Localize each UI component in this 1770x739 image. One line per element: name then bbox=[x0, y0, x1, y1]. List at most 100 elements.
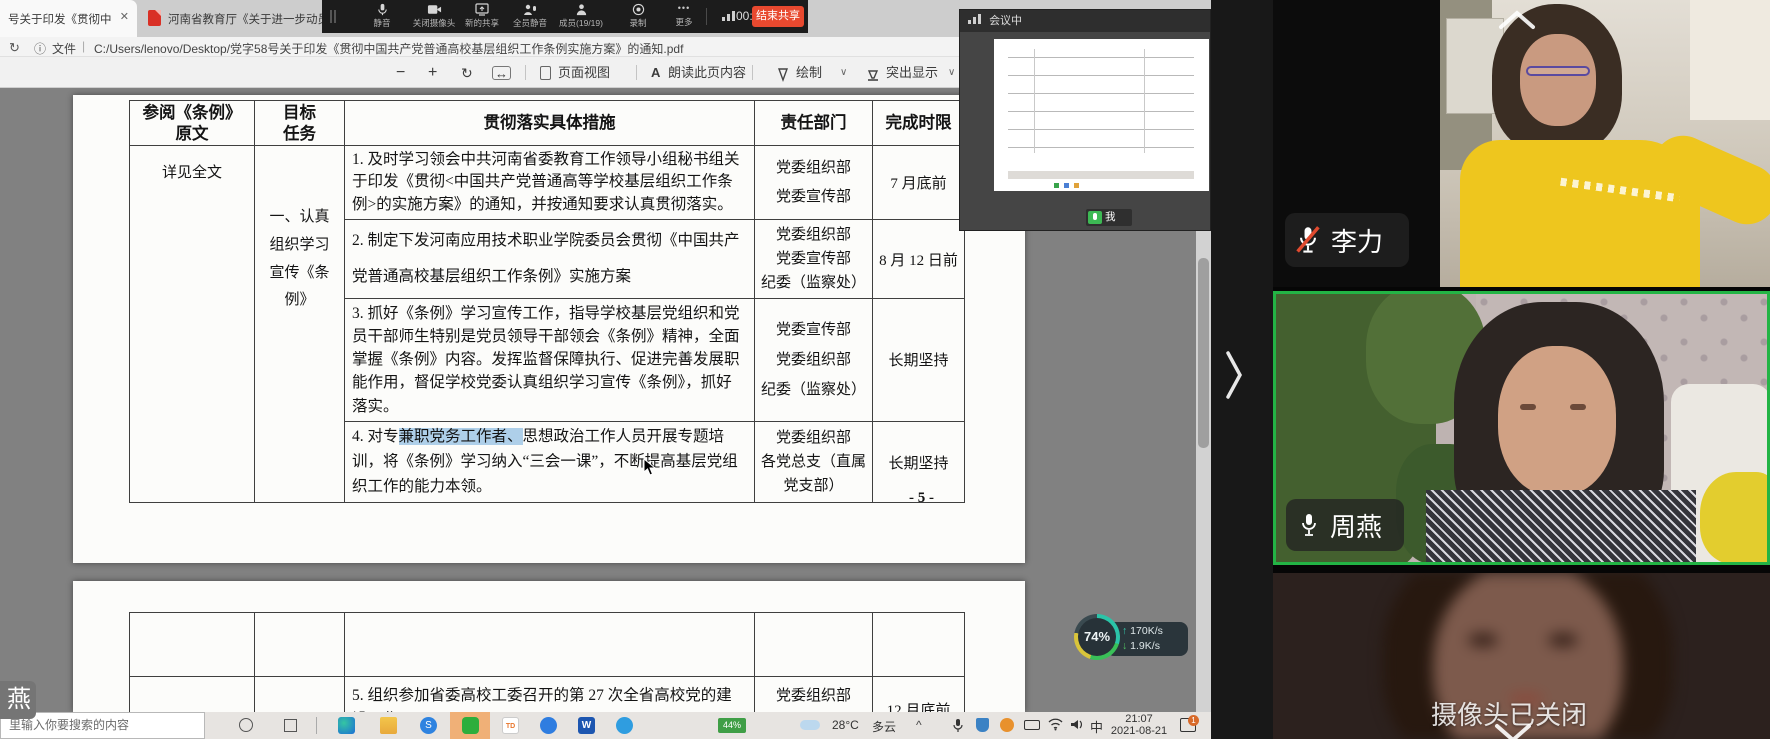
preview-title: 会议中 bbox=[989, 15, 1022, 27]
task-view-icon[interactable] bbox=[284, 719, 297, 732]
record-button[interactable]: 录制 bbox=[612, 2, 664, 29]
cell-measure-1: 1. 及时学习领会中共河南省委教育工作领导小组秘书组关于印发《贯彻<中国共产党普… bbox=[345, 146, 755, 220]
cell-task1: 一、认真组织学习宣传《条例》 bbox=[255, 146, 345, 503]
new-share-button[interactable]: 新的共享 bbox=[456, 2, 508, 29]
page-view-icon bbox=[540, 66, 551, 80]
selected-text: 兼职党务工作者、 bbox=[399, 428, 523, 445]
browser-360-icon[interactable]: S bbox=[420, 717, 437, 734]
members-button[interactable]: 成员(19/19) bbox=[552, 2, 610, 29]
tencent-meeting-icon[interactable] bbox=[616, 717, 633, 734]
tray-expand-caret[interactable]: ^ bbox=[916, 718, 922, 732]
participant-name-label: 周燕 bbox=[1286, 499, 1404, 551]
video-tile-lili[interactable]: 李力 bbox=[1273, 0, 1770, 287]
tray-volume-icon[interactable] bbox=[1070, 718, 1084, 731]
preview-titlebar[interactable]: 会议中 bbox=[960, 10, 1210, 32]
cell-measure-4: 4. 对专兼职党务工作者、思想政治工作人员开展专题培训，将《条例》学习纳入“三会… bbox=[345, 421, 755, 502]
scroll-down-chevron[interactable] bbox=[1491, 721, 1535, 739]
weather-temp[interactable]: 28°C bbox=[832, 718, 859, 732]
highlight-button[interactable]: 突出显示 bbox=[886, 64, 938, 82]
pointer-app-icon[interactable] bbox=[540, 717, 557, 734]
cell-dept-4: 党委组织部各党总支（直属党支部） bbox=[755, 421, 873, 502]
yellow-object bbox=[1700, 472, 1767, 562]
draw-dropdown-icon[interactable]: ∨ bbox=[840, 64, 847, 82]
page-view-button[interactable]: 页面视图 bbox=[558, 64, 610, 82]
toolbar-divider bbox=[752, 65, 753, 80]
scrollbar-thumb[interactable] bbox=[1198, 258, 1209, 448]
glasses bbox=[1526, 66, 1590, 76]
expand-panel-arrow[interactable] bbox=[1223, 345, 1245, 405]
tray-mic-icon[interactable] bbox=[952, 718, 964, 733]
mic-on-icon bbox=[1088, 211, 1102, 224]
cell-dept-3: 党委宣传部党委组织部纪委（监察处） bbox=[755, 298, 873, 421]
cortana-icon[interactable] bbox=[239, 718, 253, 732]
cell-measure-2: 2. 制定下发河南应用技术职业学院委员会贯彻《中国共产党普通高校基层组织工作条例… bbox=[345, 220, 755, 298]
signal-icon bbox=[968, 14, 982, 24]
tray-wifi-icon[interactable] bbox=[1048, 718, 1063, 731]
camera-off-button[interactable]: 关闭摄像头 bbox=[408, 2, 460, 29]
tab-inactive-pdf[interactable]: 河南省教育厅《关于进一步动员 bbox=[138, 0, 339, 37]
cell-measure-5: 5. 组织参加省委高校工委召开的第 27 次全省高校党的建设工作 bbox=[345, 677, 755, 713]
toolbar-divider bbox=[525, 65, 526, 80]
mute-button[interactable]: 静音 bbox=[356, 2, 408, 29]
cell-deadline-1: 7 月底前 bbox=[873, 146, 965, 220]
video-tile-zhouyan[interactable]: 周燕 bbox=[1273, 291, 1770, 565]
tray-battery-icon[interactable] bbox=[1024, 720, 1040, 730]
face bbox=[1498, 346, 1616, 496]
draw-pen-icon bbox=[776, 66, 790, 84]
drag-handle[interactable] bbox=[330, 10, 332, 23]
word-icon[interactable]: W bbox=[578, 717, 595, 734]
ime-indicator[interactable]: 中 bbox=[1090, 717, 1103, 736]
clock[interactable]: 21:07 2021-08-21 bbox=[1108, 713, 1170, 737]
tab-active-pdf[interactable]: 号关于印发《贯彻中国共 ✕ bbox=[0, 0, 137, 37]
weather-condition[interactable]: 多云 bbox=[872, 718, 896, 735]
clock-time: 21:07 bbox=[1108, 713, 1170, 725]
cell-deadline-5: 12 月底前 bbox=[873, 677, 965, 713]
header-deadline: 完成时限 bbox=[873, 101, 965, 146]
draw-button[interactable]: 绘制 bbox=[796, 64, 822, 82]
read-aloud-button[interactable]: 朗读此页内容 bbox=[668, 64, 746, 82]
tencent-docs-icon[interactable]: TD bbox=[502, 717, 519, 734]
wechat-icon[interactable] bbox=[462, 717, 479, 734]
battery-percent-badge[interactable]: 44% bbox=[718, 718, 746, 733]
meetbar-divider bbox=[706, 8, 707, 25]
highlighter-icon bbox=[866, 66, 880, 84]
info-icon[interactable]: ⓘ bbox=[34, 40, 46, 57]
tray-speaker-orange-icon[interactable] bbox=[1000, 718, 1014, 732]
scroll-up-chevron[interactable] bbox=[1495, 8, 1539, 32]
cell-dept-5: 党委组织部 bbox=[755, 677, 873, 713]
face bbox=[1520, 34, 1596, 126]
tab-title: 河南省教育厅《关于进一步动员 bbox=[168, 11, 336, 27]
drag-handle[interactable] bbox=[334, 10, 336, 23]
highlight-dropdown-icon[interactable]: ∨ bbox=[948, 64, 955, 82]
video-tile-camera-off[interactable]: 摄像头已关闭 bbox=[1273, 573, 1770, 739]
shared-screen-thumbnail bbox=[994, 39, 1209, 191]
rotate-button[interactable]: ↻ bbox=[461, 64, 473, 82]
header-dept: 责任部门 bbox=[755, 101, 873, 146]
fit-width-button[interactable]: ↔ bbox=[492, 66, 511, 80]
tab-close-icon[interactable]: ✕ bbox=[120, 10, 129, 23]
percent-value: 74% bbox=[1078, 618, 1116, 656]
cell-deadline-3: 长期坚持 bbox=[873, 298, 965, 421]
search-box-text: 里输入你要搜索的内容 bbox=[9, 718, 129, 732]
assistant-percent-ring[interactable]: 74% bbox=[1074, 614, 1120, 660]
reload-icon[interactable]: ↻ bbox=[9, 40, 20, 56]
screen: 号关于印发《贯彻中国共 ✕ 河南省教育厅《关于进一步动员 ↻ ⓘ 文件 | C:… bbox=[0, 0, 1770, 739]
pdf-file-icon bbox=[148, 10, 161, 26]
zoom-out-button[interactable]: − bbox=[396, 64, 405, 82]
clock-date: 2021-08-21 bbox=[1108, 725, 1170, 737]
participant-name-label: 李力 bbox=[1285, 213, 1409, 267]
cell-measure-3: 3. 抓好《条例》学习宣传工作，指导学校基层党组织和党员干部师生特别是党员领导干… bbox=[345, 298, 755, 421]
cell-deadline-2: 8 月 12 日前 bbox=[873, 220, 965, 298]
more-button[interactable]: ••• 更多 bbox=[658, 2, 710, 28]
pdf-page-5: 参阅《条例》原文 目标任务 贯彻落实具体措施 责任部门 完成时限 详见全文 一、… bbox=[73, 95, 1025, 563]
zoom-in-button[interactable]: + bbox=[428, 64, 437, 82]
toolbar-divider bbox=[636, 65, 637, 80]
edge-browser-icon[interactable] bbox=[338, 717, 355, 734]
mute-all-button[interactable]: 全员静音 bbox=[504, 2, 556, 29]
meeting-preview-window[interactable]: 会议中 我 bbox=[959, 9, 1211, 231]
tray-shield-icon[interactable] bbox=[976, 718, 989, 732]
notification-icon[interactable]: 1 bbox=[1180, 718, 1196, 732]
address-scheme: 文件 bbox=[52, 40, 76, 57]
file-explorer-icon[interactable] bbox=[380, 717, 397, 734]
end-share-button[interactable]: 结束共享 bbox=[752, 6, 804, 27]
